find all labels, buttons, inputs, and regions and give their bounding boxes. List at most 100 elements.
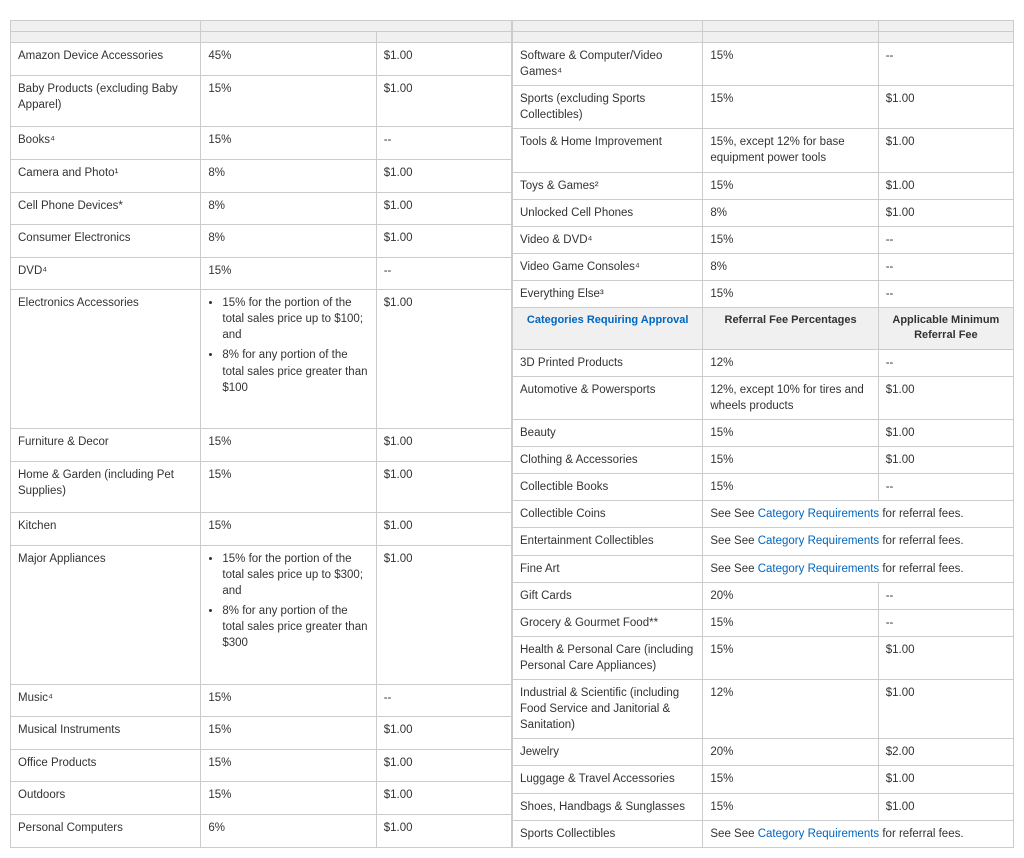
fee-cell: 15%	[201, 127, 376, 160]
approval-min-header: Applicable Minimum Referral Fee	[878, 308, 1013, 350]
table-row: Automotive & Powersports12%, except 10% …	[513, 376, 1014, 419]
left-subheader-row	[11, 32, 512, 43]
min-fee-cell: $1.00	[376, 192, 511, 225]
category-cell: Fine Art	[513, 555, 703, 582]
table-row: Everything Else³15%--	[513, 280, 1014, 307]
min-fee-cell: $1.00	[376, 225, 511, 258]
category-cell: Furniture & Decor	[11, 429, 201, 462]
fee-cell: 15%	[703, 474, 878, 501]
fee-cell: 15%	[703, 43, 878, 86]
min-fee-cell: $1.00	[376, 290, 511, 429]
min-fee-cell: $1.00	[878, 86, 1013, 129]
min-fee-cell: --	[878, 226, 1013, 253]
min-fee-cell: $1.00	[878, 420, 1013, 447]
min-fee-cell: $2.00	[878, 739, 1013, 766]
main-container: Amazon Device Accessories45%$1.00Baby Pr…	[10, 20, 1014, 848]
fee-cell: 15%	[703, 172, 878, 199]
category-requirements-link[interactable]: Category Requirements	[758, 563, 879, 575]
category-cell: Beauty	[513, 420, 703, 447]
category-cell: Entertainment Collectibles	[513, 528, 703, 555]
category-cell: Baby Products (excluding Baby Apparel)	[11, 75, 201, 127]
left-col1-header	[11, 21, 201, 32]
category-requirements-link[interactable]: Category Requirements	[758, 828, 879, 840]
table-row: Major Appliances15% for the portion of t…	[11, 546, 512, 685]
table-row: Collectible CoinsSee See Category Requir…	[513, 501, 1014, 528]
min-fee-cell: $1.00	[376, 429, 511, 462]
min-fee-cell: --	[878, 349, 1013, 376]
left-empty-subheader	[11, 32, 201, 43]
fee-cell: 15%	[201, 782, 376, 815]
fee-cell: 8%	[703, 199, 878, 226]
category-cell: Jewelry	[513, 739, 703, 766]
table-row: Collectible Books15%--	[513, 474, 1014, 501]
table-row: Office Products15%$1.00	[11, 749, 512, 782]
fee-cell: 15% for the portion of the total sales p…	[201, 290, 376, 429]
category-cell: Grocery & Gourmet Food**	[513, 609, 703, 636]
category-cell: Books⁴	[11, 127, 201, 160]
min-fee-cell: --	[376, 127, 511, 160]
category-cell: Music⁴	[11, 684, 201, 717]
fee-cell: 15%	[703, 420, 878, 447]
fee-cell: 15%	[201, 461, 376, 513]
fee-cell: 15%	[201, 749, 376, 782]
category-cell: Kitchen	[11, 513, 201, 546]
table-row: Tools & Home Improvement15%, except 12% …	[513, 129, 1014, 172]
category-cell: Automotive & Powersports	[513, 376, 703, 419]
fee-cell: 15% for the portion of the total sales p…	[201, 546, 376, 685]
fee-cell: 15%	[703, 86, 878, 129]
category-cell: Camera and Photo¹	[11, 159, 201, 192]
category-cell: Luggage & Travel Accessories	[513, 766, 703, 793]
min-fee-cell: $1.00	[376, 782, 511, 815]
table-row: Shoes, Handbags & Sunglasses15%$1.00	[513, 793, 1014, 820]
category-cell: Electronics Accessories	[11, 290, 201, 429]
left-fee-subheader	[201, 32, 376, 43]
fee-cell: 8%	[201, 159, 376, 192]
left-min-subheader	[376, 32, 511, 43]
category-requirements-link[interactable]: Category Requirements	[758, 535, 879, 547]
category-cell: Clothing & Accessories	[513, 447, 703, 474]
table-row: Video & DVD⁴15%--	[513, 226, 1014, 253]
right-blank-header1	[513, 21, 1014, 32]
fee-cell: 20%	[703, 582, 878, 609]
fee-cell: 15%	[201, 429, 376, 462]
table-row: Jewelry20%$2.00	[513, 739, 1014, 766]
table-row: Electronics Accessories15% for the porti…	[11, 290, 512, 429]
min-fee-cell: $1.00	[878, 680, 1013, 739]
table-row: Sports CollectiblesSee See Category Requ…	[513, 820, 1014, 847]
category-requirements-link[interactable]: Category Requirements	[758, 508, 879, 520]
min-fee-cell: $1.00	[376, 461, 511, 513]
table-row: Grocery & Gourmet Food**15%--	[513, 609, 1014, 636]
table-row: Software & Computer/Video Games⁴15%--	[513, 43, 1014, 86]
approval-link[interactable]: Categories Requiring Approval	[527, 314, 689, 326]
category-cell: Sports (excluding Sports Collectibles)	[513, 86, 703, 129]
table-row: Health & Personal Care (including Person…	[513, 636, 1014, 679]
table-row: Unlocked Cell Phones8%$1.00	[513, 199, 1014, 226]
min-fee-cell: $1.00	[878, 129, 1013, 172]
min-fee-cell: --	[878, 43, 1013, 86]
category-cell: Collectible Books	[513, 474, 703, 501]
fee-cell: 15%	[703, 609, 878, 636]
min-fee-cell: --	[878, 474, 1013, 501]
fee-cell: 15%	[703, 280, 878, 307]
min-fee-cell: $1.00	[878, 766, 1013, 793]
category-cell: 3D Printed Products	[513, 349, 703, 376]
table-row: Outdoors15%$1.00	[11, 782, 512, 815]
min-fee-cell: --	[878, 582, 1013, 609]
table-row: Music⁴15%--	[11, 684, 512, 717]
fee-cell: 8%	[201, 192, 376, 225]
table-row: Luggage & Travel Accessories15%$1.00	[513, 766, 1014, 793]
fee-cell: 15%	[201, 684, 376, 717]
table-row: Camera and Photo¹8%$1.00	[11, 159, 512, 192]
category-cell: DVD⁴	[11, 257, 201, 290]
fee-cell: 15%	[201, 75, 376, 127]
table-row: Toys & Games²15%$1.00	[513, 172, 1014, 199]
min-fee-cell: $1.00	[376, 43, 511, 76]
min-fee-cell: --	[878, 280, 1013, 307]
min-fee-cell: $1.00	[376, 546, 511, 685]
table-row: Kitchen15%$1.00	[11, 513, 512, 546]
fee-cell: 45%	[201, 43, 376, 76]
category-cell: Home & Garden (including Pet Supplies)	[11, 461, 201, 513]
approval-category-header[interactable]: Categories Requiring Approval	[513, 308, 703, 350]
category-cell: Shoes, Handbags & Sunglasses	[513, 793, 703, 820]
approval-fee-header: Referral Fee Percentages	[703, 308, 878, 350]
